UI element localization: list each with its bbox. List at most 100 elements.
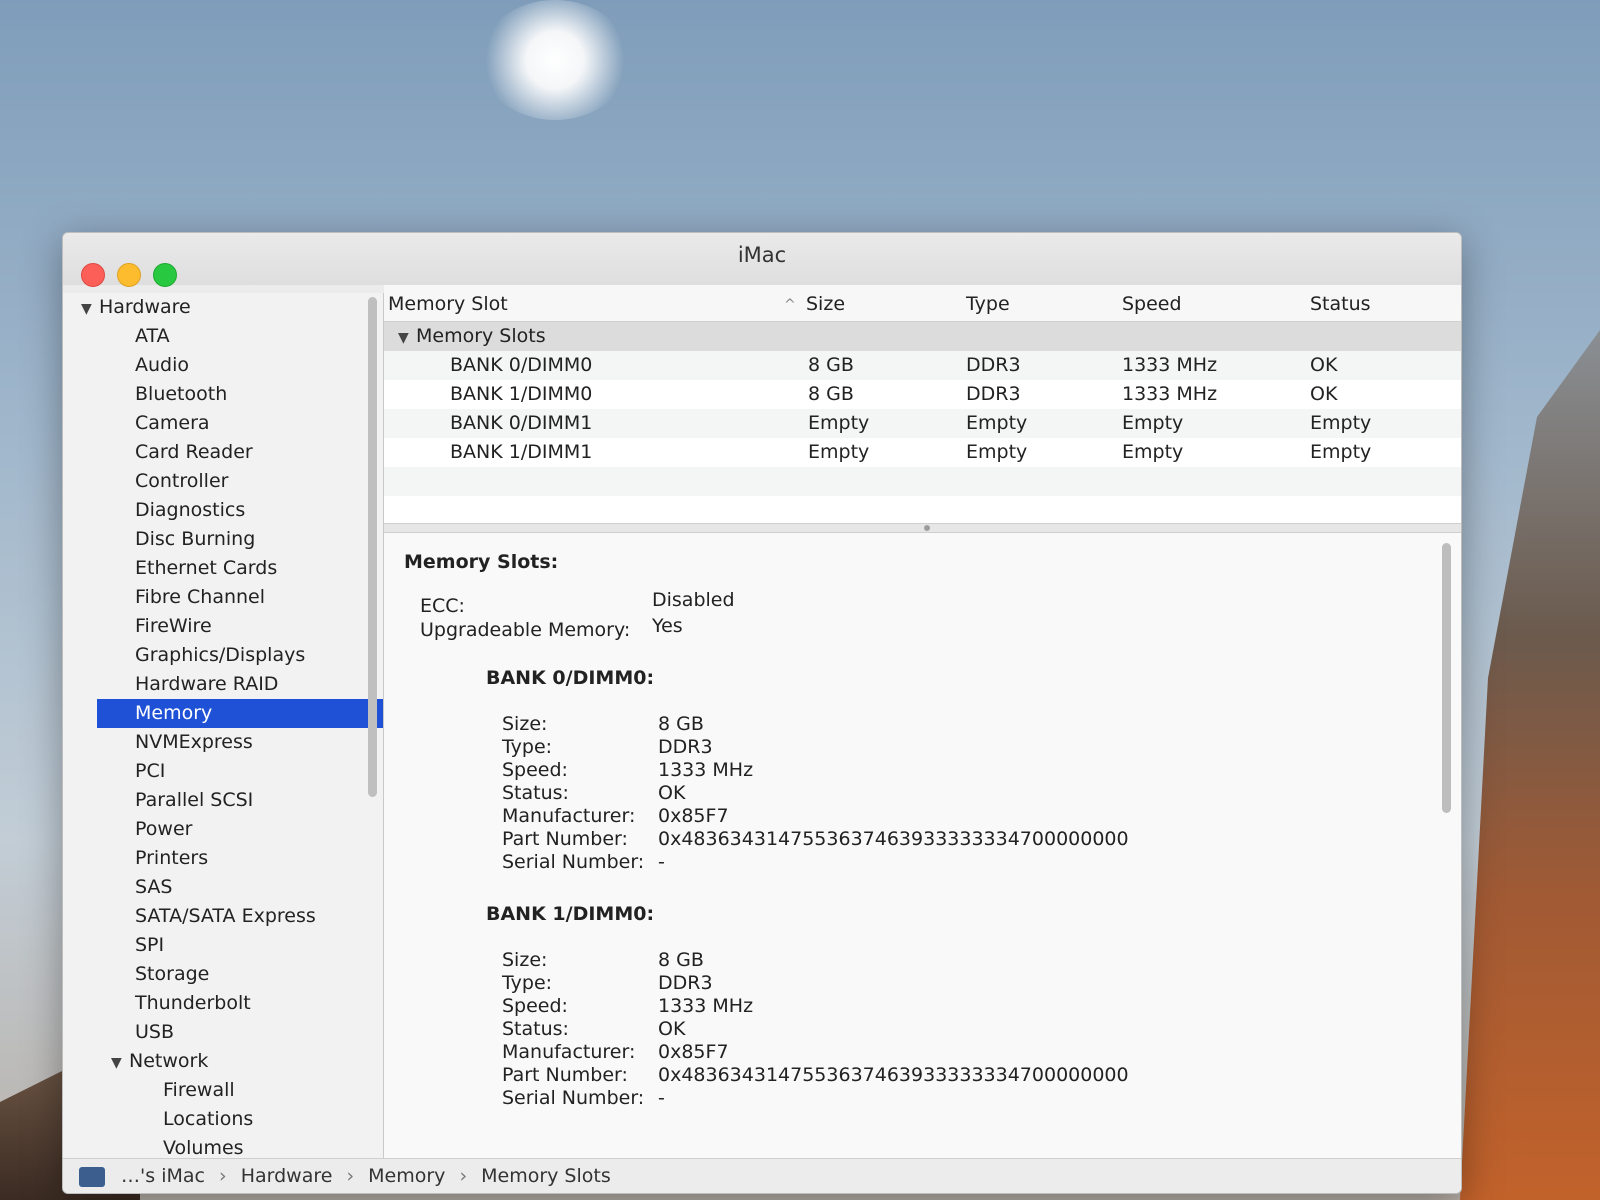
detail-row-speed: Speed: 1333 MHz bbox=[502, 995, 754, 1017]
cell-type: Empty bbox=[966, 441, 1028, 463]
table-row[interactable]: BANK 0/DIMM1 Empty Empty Empty Empty bbox=[384, 409, 1461, 438]
path-separator-icon: › bbox=[219, 1165, 227, 1187]
sidebar-item-diagnostics[interactable]: Diagnostics bbox=[63, 496, 383, 525]
table-row[interactable]: BANK 1/DIMM1 Empty Empty Empty Empty bbox=[384, 438, 1461, 467]
sort-ascending-icon: ^ bbox=[784, 297, 796, 313]
detail-row-status: Status: OK bbox=[502, 782, 686, 804]
wallpaper-mountain bbox=[1460, 330, 1600, 1200]
ecc-row: ECC: Disabled bbox=[420, 589, 735, 617]
path-item[interactable]: Memory bbox=[368, 1165, 445, 1187]
sidebar-item-graphics-displays[interactable]: Graphics/Displays bbox=[63, 641, 383, 670]
cell-speed: Empty bbox=[1122, 412, 1184, 434]
cell-size: Empty bbox=[808, 441, 870, 463]
sidebar-item-card-reader[interactable]: Card Reader bbox=[63, 438, 383, 467]
sidebar-item-controller[interactable]: Controller bbox=[63, 467, 383, 496]
sidebar-item-printers[interactable]: Printers bbox=[63, 844, 383, 873]
sidebar-item-parallel-scsi[interactable]: Parallel SCSI bbox=[63, 786, 383, 815]
disclosure-triangle-icon[interactable]: ▼ bbox=[398, 324, 416, 353]
path-item[interactable]: Hardware bbox=[241, 1165, 333, 1187]
sidebar-item-usb[interactable]: USB bbox=[63, 1018, 383, 1047]
system-information-window: iMac ▼ Hardware ATA Audio Bluetooth Camer… bbox=[62, 232, 1462, 1194]
disclosure-triangle-icon[interactable]: ▼ bbox=[111, 1049, 129, 1078]
cell-type: Empty bbox=[966, 412, 1028, 434]
upgradeable-label: Upgradeable Memory: bbox=[420, 619, 631, 641]
sidebar-item-power[interactable]: Power bbox=[63, 815, 383, 844]
sidebar-scrollbar[interactable] bbox=[368, 297, 377, 797]
path-item[interactable]: …'s iMac bbox=[121, 1165, 205, 1187]
detail-row-type: Type: DDR3 bbox=[502, 736, 713, 758]
sidebar-item-storage[interactable]: Storage bbox=[63, 960, 383, 989]
detail-row-serial-number: Serial Number: - bbox=[502, 1087, 665, 1109]
detail-row-manufacturer: Manufacturer: 0x85F7 bbox=[502, 805, 729, 827]
sidebar-group-hardware[interactable]: ▼ Hardware bbox=[63, 293, 383, 322]
detail-row-serial-number: Serial Number: - bbox=[502, 851, 665, 873]
sidebar-item-nvmexpress[interactable]: NVMExpress bbox=[63, 728, 383, 757]
sidebar-item-audio[interactable]: Audio bbox=[63, 351, 383, 380]
sidebar-item-fibre-channel[interactable]: Fibre Channel bbox=[63, 583, 383, 612]
column-header-size[interactable]: Size bbox=[806, 293, 845, 315]
content-pane: Memory Slot ^ Size Type Speed Status ▼ Me… bbox=[384, 285, 1461, 1159]
detail-row-speed: Speed: 1333 MHz bbox=[502, 759, 754, 781]
table-row[interactable]: BANK 1/DIMM0 8 GB DDR3 1333 MHz OK bbox=[384, 380, 1461, 409]
sidebar-item-thunderbolt[interactable]: Thunderbolt bbox=[63, 989, 383, 1018]
table-row[interactable]: BANK 0/DIMM0 8 GB DDR3 1333 MHz OK bbox=[384, 351, 1461, 380]
sidebar-item-ata[interactable]: ATA bbox=[63, 322, 383, 351]
sidebar-item-locations[interactable]: Locations bbox=[63, 1105, 383, 1134]
cell-speed: 1333 MHz bbox=[1122, 383, 1218, 405]
sidebar-item-camera[interactable]: Camera bbox=[63, 409, 383, 438]
sidebar-item-volumes[interactable]: Volumes bbox=[63, 1134, 383, 1159]
detail-row-part-number: Part Number: 0x48363431475536374639333333… bbox=[502, 828, 1129, 850]
memory-slots-table: ▼ Memory Slots BANK 0/DIMM0 8 GB DDR3 133… bbox=[384, 322, 1461, 522]
sidebar-item-ethernet-cards[interactable]: Ethernet Cards bbox=[63, 554, 383, 583]
cell-size: Empty bbox=[808, 412, 870, 434]
cell-speed: 1333 MHz bbox=[1122, 354, 1218, 376]
sidebar-item-firewire[interactable]: FireWire bbox=[63, 612, 383, 641]
upgradeable-row: Upgradeable Memory: Yes bbox=[420, 615, 683, 641]
column-header-status[interactable]: Status bbox=[1310, 293, 1371, 315]
sidebar-item-disc-burning[interactable]: Disc Burning bbox=[63, 525, 383, 554]
bank-title: BANK 0/DIMM0: bbox=[486, 667, 655, 689]
detail-pane: Memory Slots: ECC: Disabled Upgradeable … bbox=[384, 533, 1461, 1159]
sidebar-item-firewall[interactable]: Firewall bbox=[63, 1076, 383, 1105]
path-item[interactable]: Memory Slots bbox=[481, 1165, 611, 1187]
cell-status: Empty bbox=[1310, 412, 1372, 434]
cell-type: DDR3 bbox=[966, 383, 1021, 405]
sidebar-item-memory[interactable]: Memory bbox=[97, 699, 383, 728]
cell-status: OK bbox=[1310, 354, 1338, 376]
path-separator-icon: › bbox=[346, 1165, 355, 1187]
sidebar-item-sas[interactable]: SAS bbox=[63, 873, 383, 902]
ecc-value: Disabled bbox=[652, 589, 735, 611]
sidebar-item-hardware-raid[interactable]: Hardware RAID bbox=[63, 670, 383, 699]
path-separator-icon: › bbox=[459, 1165, 468, 1187]
table-row-blank bbox=[384, 496, 1461, 525]
cell-size: 8 GB bbox=[808, 354, 854, 376]
upgradeable-value: Yes bbox=[652, 615, 683, 637]
disclosure-triangle-icon[interactable]: ▼ bbox=[81, 295, 99, 324]
detail-row-part-number: Part Number: 0x48363431475536374639333333… bbox=[502, 1064, 1129, 1086]
computer-icon bbox=[79, 1166, 105, 1187]
sidebar-item-sata[interactable]: SATA/SATA Express bbox=[63, 902, 383, 931]
window-title: iMac bbox=[737, 243, 787, 267]
detail-row-size: Size: 8 GB bbox=[502, 949, 704, 971]
sidebar-group-network[interactable]: ▼ Network bbox=[63, 1047, 383, 1076]
cell-type: DDR3 bbox=[966, 354, 1021, 376]
sidebar: ▼ Hardware ATA Audio Bluetooth Camera Car… bbox=[63, 293, 384, 1159]
sidebar-item-spi[interactable]: SPI bbox=[63, 931, 383, 960]
table-row-blank bbox=[384, 467, 1461, 496]
ecc-label: ECC: bbox=[420, 595, 465, 617]
split-view-divider[interactable] bbox=[384, 523, 1461, 533]
sidebar-item-bluetooth[interactable]: Bluetooth bbox=[63, 380, 383, 409]
column-header-speed[interactable]: Speed bbox=[1122, 293, 1182, 315]
detail-scrollbar[interactable] bbox=[1442, 543, 1451, 813]
sidebar-item-pci[interactable]: PCI bbox=[63, 757, 383, 786]
title-bar[interactable]: iMac bbox=[63, 233, 1461, 287]
detail-heading: Memory Slots: bbox=[404, 551, 559, 573]
table-header: Memory Slot ^ Size Type Speed Status bbox=[384, 285, 1461, 322]
table-group-row[interactable]: ▼ Memory Slots bbox=[384, 322, 1461, 351]
wallpaper-sun bbox=[480, 0, 630, 120]
detail-row-size: Size: 8 GB bbox=[502, 713, 704, 735]
detail-row-status: Status: OK bbox=[502, 1018, 686, 1040]
column-header-type[interactable]: Type bbox=[966, 293, 1010, 315]
column-header-memory-slot[interactable]: Memory Slot bbox=[388, 293, 508, 315]
divider-handle-icon[interactable] bbox=[924, 525, 930, 531]
